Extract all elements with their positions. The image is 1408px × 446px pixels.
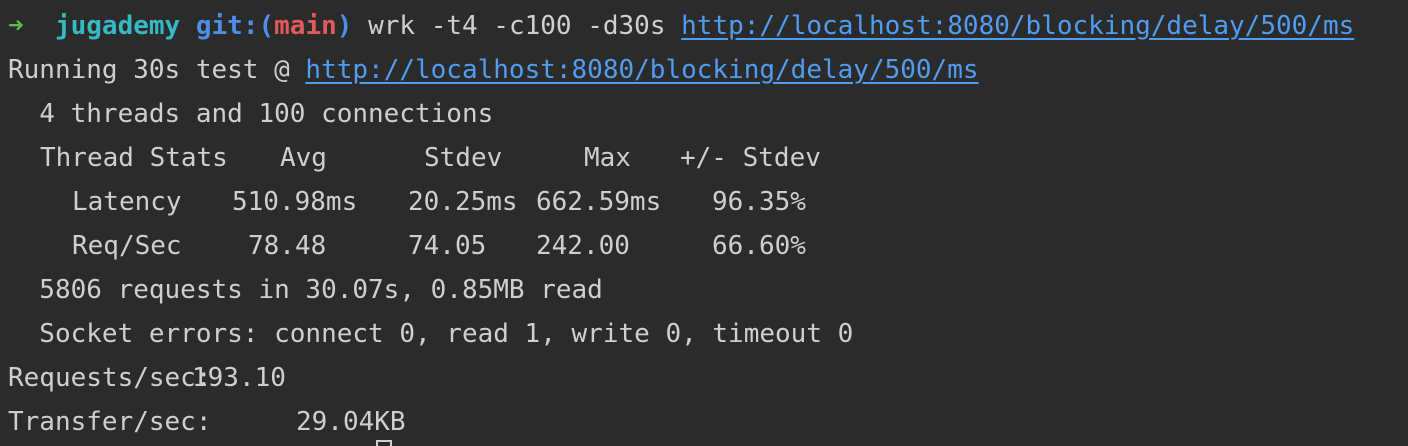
command-url-link[interactable]: http://localhost:8080/blocking/delay/500… bbox=[681, 11, 1354, 41]
git-prefix: git:( bbox=[195, 11, 275, 41]
stats-header-row: Thread Stats Avg Stdev Max +/- Stdev bbox=[8, 138, 1408, 182]
stats-row-stdev: 74.05 bbox=[408, 231, 487, 261]
stats-header-thread-stats: Thread Stats bbox=[40, 143, 228, 173]
requests-sec-label: Requests/sec: bbox=[8, 363, 212, 393]
stats-row-pct: 66.60% bbox=[712, 231, 806, 261]
transfer-sec-value: 29.04KB bbox=[296, 407, 406, 437]
stats-row-avg: 510.98ms bbox=[232, 187, 358, 217]
stats-header-pct-stdev: +/- Stdev bbox=[680, 143, 821, 173]
stats-row-name: Latency bbox=[72, 187, 182, 217]
stats-row-req-sec: Req/Sec 78.48 74.05 242.00 66.60% bbox=[8, 226, 1408, 270]
git-suffix: ) bbox=[336, 11, 353, 41]
stats-header-avg: Avg bbox=[280, 143, 327, 173]
requests-line: 5806 requests in 30.07s, 0.85MB read bbox=[8, 275, 603, 305]
prompt-line: ➜ jugademy git:(main) wrk -t4 -c100 -d30… bbox=[8, 6, 1408, 50]
socket-errors-line: Socket errors: connect 0, read 1, write … bbox=[8, 319, 854, 349]
stats-row-name: Req/Sec bbox=[72, 231, 182, 261]
prompt-arrow-icon: ➜ bbox=[8, 11, 24, 41]
running-prefix: Running 30s test @ bbox=[8, 55, 306, 85]
terminal-window[interactable]: ➜ jugademy git:(main) wrk -t4 -c100 -d30… bbox=[0, 0, 1408, 446]
stats-row-pct: 96.35% bbox=[712, 187, 806, 217]
git-branch: main bbox=[274, 11, 337, 41]
command-text: wrk -t4 -c100 -d30s bbox=[368, 11, 666, 41]
stats-header-stdev: Stdev bbox=[424, 143, 503, 173]
stats-row-max: 242.00 bbox=[536, 231, 630, 261]
transfer-sec-label: Transfer/sec: bbox=[8, 407, 212, 437]
requests-sec-value: 193.10 bbox=[192, 363, 286, 393]
running-url-link[interactable]: http://localhost:8080/blocking/delay/500… bbox=[305, 55, 978, 85]
repo-name: jugademy bbox=[54, 11, 181, 41]
stats-header-max: Max bbox=[584, 143, 631, 173]
stats-row-avg: 78.48 bbox=[248, 231, 327, 261]
stats-row-latency: Latency 510.98ms 20.25ms 662.59ms 96.35% bbox=[8, 182, 1408, 226]
stats-row-stdev: 20.25ms bbox=[408, 187, 518, 217]
requests-sec-line: Requests/sec:193.10 bbox=[8, 358, 1408, 402]
stats-row-max: 662.59ms bbox=[536, 187, 662, 217]
transfer-sec-line: Transfer/sec: 29.04KB bbox=[8, 402, 1408, 446]
terminal-cursor bbox=[376, 440, 392, 446]
running-line: Running 30s test @ http://localhost:8080… bbox=[8, 50, 1408, 94]
threads-line: 4 threads and 100 connections bbox=[8, 99, 494, 129]
